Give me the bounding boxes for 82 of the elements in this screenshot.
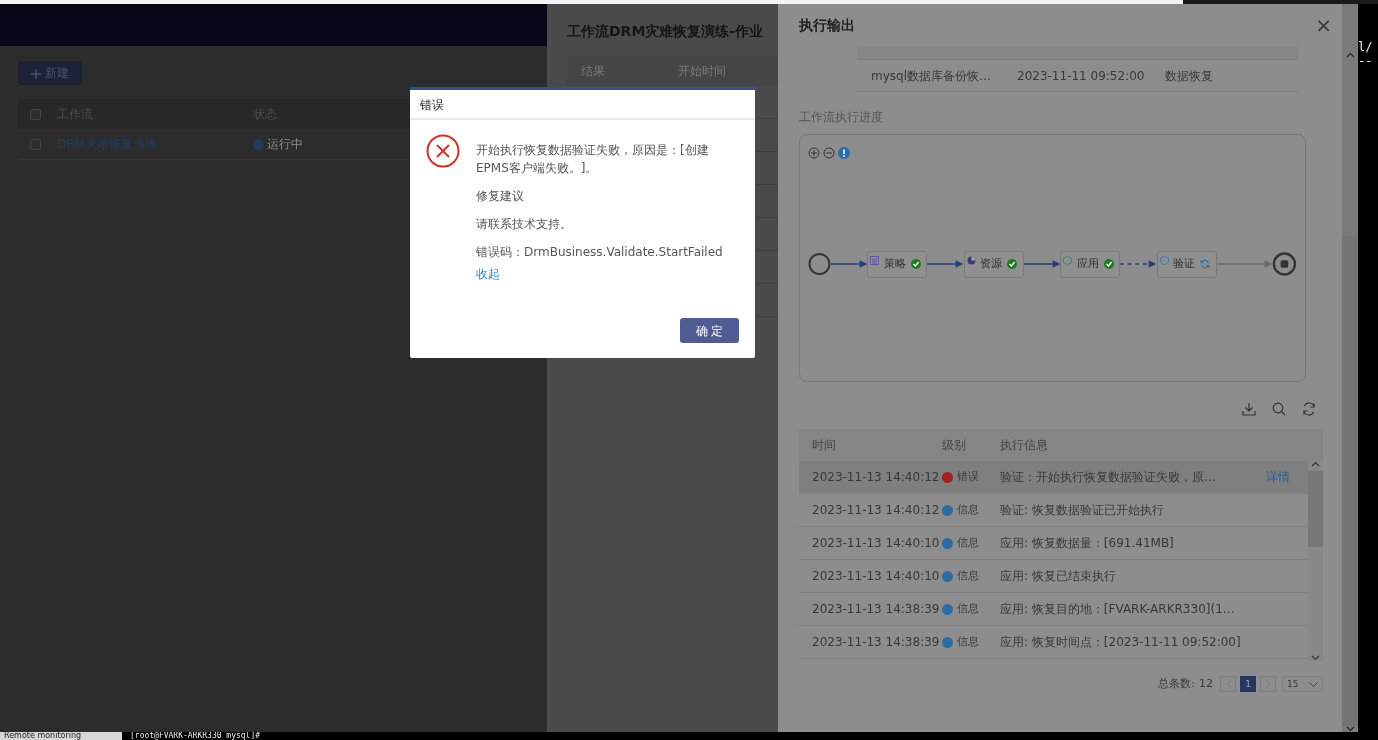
- ok-button[interactable]: 确 定: [680, 318, 739, 343]
- time-cell-text: 2023-11-13 14:40:10: [811, 568, 941, 585]
- scrollbar[interactable]: [1308, 461, 1323, 661]
- caret-icon: [1309, 681, 1318, 687]
- terminal-prompt: [root@FVARK-ARKR330 mysql]#: [130, 732, 261, 740]
- total-count: 12: [1199, 676, 1213, 692]
- error-icon: [426, 134, 460, 168]
- close-button[interactable]: ×: [1315, 15, 1332, 35]
- end-node: [1272, 251, 1297, 277]
- level-text: 信息: [957, 501, 979, 518]
- terminal-text: --: [1358, 54, 1374, 68]
- level-text: 信息: [957, 633, 979, 650]
- select-all-checkbox[interactable]: [30, 108, 41, 120]
- error-message: 开始执行恢复数据验证失败，原因是：[创建EPMS客户端失败。]。: [476, 142, 710, 177]
- search-icon[interactable]: [1272, 402, 1286, 416]
- flow-node[interactable]: 应用: [1060, 250, 1121, 278]
- info-icon[interactable]: [838, 147, 850, 159]
- flow-node[interactable]: 验证: [1156, 250, 1217, 278]
- arrow: [1120, 259, 1157, 269]
- terminal-text: l/: [1358, 40, 1374, 54]
- log-row[interactable]: 2023-11-13 14:40:10 信息 应用: 恢复数据量：[691.41MB]: [799, 527, 1308, 560]
- column-header: 时间: [811, 437, 837, 454]
- message-cell-text: 验证：开始执行恢复数据验证失败，原…: [1000, 469, 1217, 486]
- node-icon: [1159, 256, 1169, 265]
- scroll-up-icon[interactable]: [1311, 461, 1320, 467]
- time-cell-text: 2023-11-13 14:40:12: [811, 469, 941, 486]
- page-size-select[interactable]: 15: [1282, 676, 1323, 693]
- panel-title: 执行输出: [799, 15, 855, 35]
- node-icon: [1063, 256, 1073, 265]
- node-icon: [870, 256, 880, 265]
- log-row[interactable]: 2023-11-13 14:40:12 错误 验证：开始执行恢复数据验证失败，原… 详情: [799, 461, 1308, 494]
- level-text: 信息: [957, 567, 979, 584]
- scroll-down-icon[interactable]: [1311, 655, 1320, 661]
- message-cell-text: 应用: 恢复目的地：[FVARK-ARKR330](1…: [1000, 601, 1236, 618]
- table-cell-text: 2023-11-11 09:52:00: [1017, 67, 1146, 85]
- table-cell-text: 数据恢复: [1165, 67, 1214, 85]
- flow-node[interactable]: 资源: [963, 250, 1024, 278]
- arrow: [927, 259, 964, 269]
- message-cell-text: 应用: 恢复已结束执行: [1000, 568, 1117, 585]
- time-cell-text: 2023-11-13 14:38:39: [811, 601, 941, 618]
- zoom-in-icon[interactable]: [808, 147, 820, 159]
- page-button[interactable]: 1: [1240, 676, 1256, 693]
- level-text: 信息: [957, 534, 979, 551]
- time-cell-text: 2023-11-13 14:40:10: [811, 535, 941, 552]
- start-node: [808, 252, 831, 276]
- status-dot: [253, 138, 264, 150]
- log-row[interactable]: 2023-11-13 14:38:39 信息 应用: 恢复时间点：[2023-11-11 09:52:00]: [799, 626, 1308, 659]
- scroll-thumb[interactable]: [1342, 236, 1358, 726]
- plus-icon: [31, 68, 42, 79]
- total-label: 总条数:: [1158, 676, 1195, 692]
- suggestion-text: 请联系技术支持。: [476, 216, 573, 233]
- row-checkbox[interactable]: [30, 138, 41, 150]
- arrow: [1023, 259, 1061, 269]
- column-header: 级别: [942, 437, 967, 454]
- scroll-down-icon[interactable]: [1345, 726, 1355, 732]
- message-cell-text: 应用: 恢复时间点：[2023-11-11 09:52:00]: [1000, 634, 1240, 651]
- log-row[interactable]: 2023-11-13 14:40:12 信息 验证: 恢复数据验证已开始执行: [799, 494, 1308, 527]
- scroll-up-icon[interactable]: [1345, 52, 1355, 58]
- arrow: [830, 259, 868, 269]
- column-header: 执行信息: [1000, 437, 1049, 454]
- scrollbar[interactable]: [1342, 4, 1358, 732]
- log-row[interactable]: 2023-11-13 14:38:39 信息 应用: 恢复目的地：[FVARK-ARKR330](1…: [799, 593, 1308, 626]
- refresh-icon[interactable]: [1302, 402, 1316, 416]
- time-cell-text: 2023-11-13 14:38:39: [811, 634, 941, 651]
- error-code: 错误码：DrmBusiness.Validate.StartFailed: [476, 244, 724, 261]
- message-cell-text: 应用: 恢复数据量：[691.41MB]: [1000, 535, 1175, 552]
- flow-node[interactable]: 策略: [867, 250, 928, 278]
- taskbar-item[interactable]: Remote monitoring: [0, 732, 122, 740]
- arrow: [1216, 259, 1273, 269]
- time-cell-text: 2023-11-13 14:40:12: [811, 502, 941, 519]
- node-icon: [966, 256, 976, 265]
- table-cell-text: mysql数据库备份恢…: [871, 67, 992, 85]
- status-text: 运行中: [267, 136, 303, 153]
- dialog-title: 错误: [410, 90, 755, 120]
- message-cell-text: 验证: 恢复数据验证已开始执行: [1000, 502, 1165, 519]
- level-text: 错误: [957, 468, 979, 485]
- level-text: 信息: [957, 600, 979, 617]
- zoom-out-icon[interactable]: [823, 147, 835, 159]
- download-icon[interactable]: [1242, 402, 1256, 416]
- collapse-link[interactable]: 收起: [476, 265, 500, 283]
- suggestion-label: 修复建议: [476, 188, 525, 205]
- log-row[interactable]: 2023-11-13 14:40:10 信息 应用: 恢复已结束执行: [799, 560, 1308, 593]
